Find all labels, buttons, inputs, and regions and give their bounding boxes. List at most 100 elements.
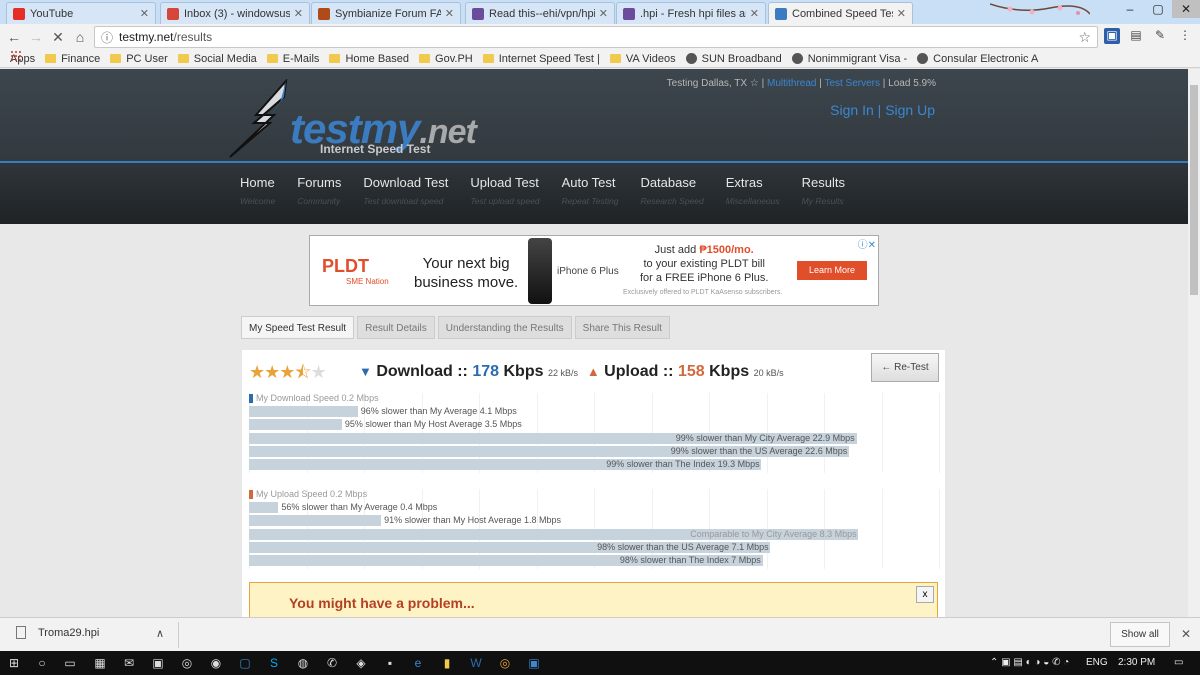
browser-tab[interactable]: Inbox (3) - windowsuser ✕ [160,2,310,24]
chrome-icon[interactable]: ◎ [497,655,513,671]
app-icon[interactable]: ◍ [295,655,311,671]
nav-item-auto-test[interactable]: Auto Test Repeat Testing [562,175,619,206]
minimize-button[interactable]: – [1116,0,1144,18]
skype-icon[interactable]: S [266,655,282,671]
close-window-button[interactable]: ✕ [1172,0,1200,18]
nav-item-results[interactable]: Results My Results [802,175,845,206]
result-tab[interactable]: Understanding the Results [437,316,572,339]
info-icon[interactable]: ⓘ [101,29,113,46]
bookmark-label: E-Mails [282,52,320,65]
chart-label: 56% slower than My Average 0.4 Mbps [281,502,438,513]
result-tab[interactable]: My Speed Test Result [241,316,355,339]
bookmark-label: Social Media [193,52,257,65]
browser-tab[interactable]: YouTube ✕ [6,2,156,24]
app-icon[interactable]: ✆ [324,655,340,671]
task-view-icon[interactable]: ▭ [62,655,78,671]
maximize-button[interactable]: ▢ [1144,0,1172,18]
notification-icon[interactable]: ▭ [1174,657,1183,668]
extension-icon[interactable]: ▤ [1128,28,1144,44]
home-button[interactable]: ⌂ [69,29,91,45]
tab-close-icon[interactable]: ✕ [294,7,303,20]
close-icon[interactable]: ✕ [1181,627,1191,641]
download-item[interactable]: Troma29.hpi [16,626,99,639]
result-tab[interactable]: Result Details [357,316,435,339]
tab-close-icon[interactable]: ✕ [599,7,608,20]
tab-close-icon[interactable]: ✕ [140,7,149,20]
show-all-button[interactable]: Show all [1110,622,1170,647]
bookmark-item[interactable]: Apps [10,50,35,65]
ad-brand: PLDT [322,256,369,276]
extension-icon[interactable]: ▣ [1104,28,1120,44]
app-icon[interactable]: ▢ [237,655,253,671]
scroll-thumb[interactable] [1190,85,1198,295]
app-icon[interactable]: ◈ [353,655,369,671]
nav-item-extras[interactable]: Extras Miscellaneous [726,175,780,206]
bookmark-item[interactable]: Home Based [329,53,409,65]
chart-label: My Upload Speed 0.2 Mbps [256,489,368,499]
extension-icon[interactable]: ✎ [1152,28,1168,44]
tab-close-icon[interactable]: ✕ [445,7,454,20]
apps-icon [10,50,21,61]
photos-icon[interactable]: ▣ [150,655,166,671]
page-scrollbar[interactable] [1188,69,1200,619]
clock[interactable]: 2:30 PM [1118,657,1155,668]
bookmark-item[interactable]: SUN Broadband [685,53,782,65]
calculator-icon[interactable]: ▦ [92,655,108,671]
tab-favicon-icon [13,7,25,20]
nav-item-upload-test[interactable]: Upload Test Test upload speed [470,175,539,206]
stop-button[interactable]: ✕ [47,29,69,46]
bookmark-item[interactable]: Social Media [177,52,257,65]
forward-button[interactable]: → [25,29,47,45]
mail-icon[interactable]: ✉ [121,655,137,671]
nav-item-database[interactable]: Database Research Speed [640,175,703,206]
windows-start-icon[interactable]: ⊞ [6,655,22,671]
bookmark-item[interactable]: VA Videos [609,53,676,65]
advertisement-banner[interactable]: PLDT SME Nation Your next big business mo… [309,235,879,306]
bookmark-item[interactable]: Consular Electronic A [917,53,1038,65]
edge-icon[interactable]: e [410,655,426,671]
ad-close-icon[interactable]: ⓘ✕ [858,236,876,251]
notes-icon[interactable]: ▮ [439,655,455,671]
address-bar[interactable]: ⓘ testmy.net/results ☆ [94,26,1098,48]
retest-button[interactable]: ← Re-Test [871,353,939,382]
learn-more-button[interactable]: Learn More [797,261,867,280]
search-icon[interactable]: ○ [34,655,50,671]
word-icon[interactable]: W [468,655,484,671]
nav-item-home[interactable]: Home Welcome [240,175,275,206]
tray-icons[interactable]: ⌃ ▣ ▤ ◐ ◑ ◒ ✆ ◔ [990,657,1069,668]
tab-close-icon[interactable]: ✕ [750,7,759,20]
app-icon[interactable]: ▪ [382,655,398,671]
browser-tab[interactable]: Read this--ehi/vpn/hpi/ ✕ [465,2,615,24]
browser-tab[interactable]: .hpi - Fresh hpi files are p ✕ [616,2,766,24]
language-indicator[interactable]: ENG [1086,657,1108,668]
cherry-blossom-theme [990,3,1090,15]
multithread-link[interactable]: Multithread [767,78,816,89]
nav-item-download-test[interactable]: Download Test Test download speed [363,175,448,206]
chevron-up-icon[interactable]: ∧ [156,627,164,640]
back-button[interactable]: ← [3,29,25,45]
result-tab[interactable]: Share This Result [574,316,670,339]
bookmark-item[interactable]: PC User [110,53,168,65]
browser-tab[interactable]: Symbianize Forum FAQ ✕ [311,2,461,24]
upload-value: 158 [677,363,705,380]
bookmark-item[interactable]: Internet Speed Test | [482,53,600,65]
bookmark-item[interactable]: Nonimmigrant Visa - [791,53,907,65]
nav-item-forums[interactable]: Forums Community [297,175,341,206]
warning-close-button[interactable]: x [916,586,934,603]
bookmark-item[interactable]: E-Mails [266,52,320,65]
sign-up-link[interactable]: Sign Up [885,102,935,118]
chrome-icon[interactable]: ◎ [179,655,195,671]
sign-in-link[interactable]: Sign In [830,102,874,118]
menu-icon[interactable]: ⋮ [1177,28,1193,44]
bookmark-star-icon[interactable]: ☆ [1078,29,1091,46]
tab-close-icon[interactable]: ✕ [897,7,906,20]
folder-icon [609,54,621,63]
ad-offer: Just add ₱1500/mo. to your existing PLDT … [640,244,769,284]
bookmark-item[interactable]: Gov.PH [419,53,473,65]
tab-title: Combined Speed Test R [792,7,893,20]
app-icon[interactable]: ▣ [526,655,542,671]
app-icon[interactable]: ◉ [208,655,224,671]
browser-tab[interactable]: Combined Speed Test R ✕ [768,2,913,24]
test-servers-link[interactable]: Test Servers [824,78,880,89]
bookmark-item[interactable]: Finance [45,53,100,65]
